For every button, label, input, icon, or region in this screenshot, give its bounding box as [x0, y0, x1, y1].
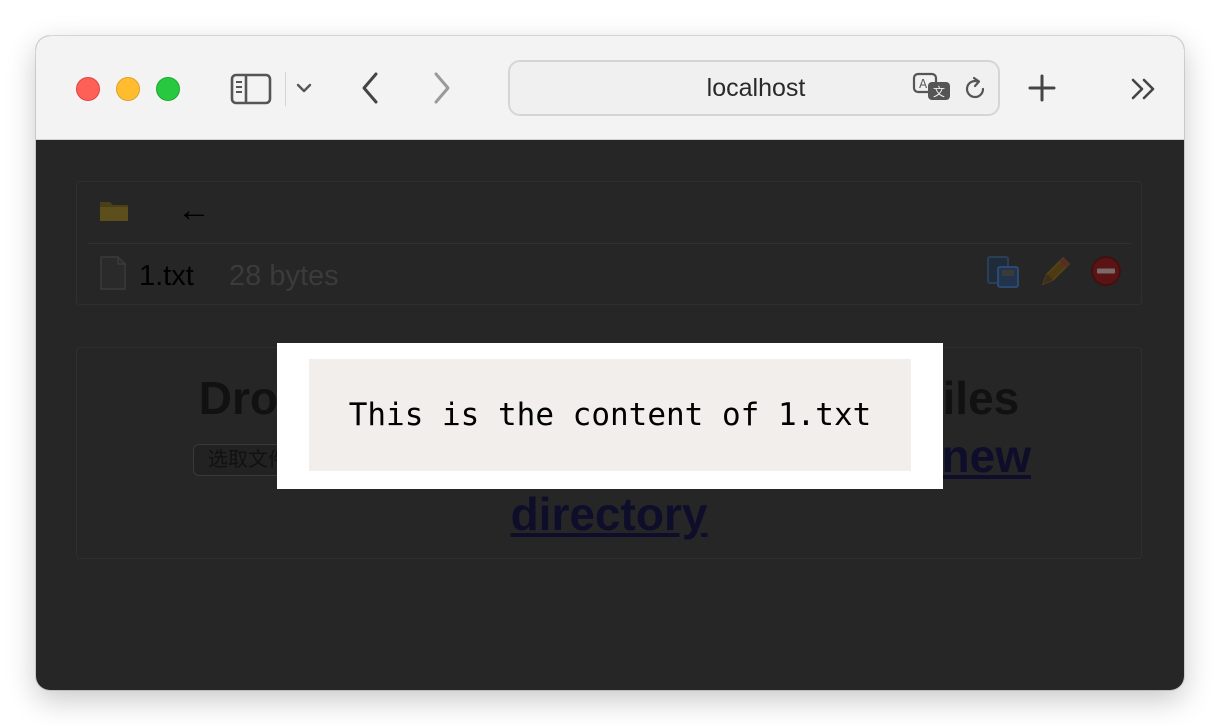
file-preview-modal[interactable]: This is the content of 1.txt [277, 343, 943, 489]
back-icon[interactable] [358, 70, 382, 106]
page-content: ← 1.txt 28 bytes Drop files 选取文件 new dir… [36, 141, 1184, 690]
more-icon[interactable] [1128, 76, 1160, 102]
file-content-preview: This is the content of 1.txt [309, 359, 911, 471]
browser-window: localhost A 文 ← 1.txt 28 bytes Drop file… [36, 36, 1184, 690]
reload-icon[interactable] [962, 76, 988, 102]
delete-icon[interactable] [1089, 254, 1123, 288]
svg-text:文: 文 [933, 84, 945, 99]
file-row: 1.txt 28 bytes [77, 244, 1141, 304]
new-directory-link-continued[interactable]: directory [77, 486, 1141, 542]
parent-directory-link[interactable]: ← [177, 190, 211, 230]
browser-toolbar: localhost A 文 [36, 36, 1184, 140]
parent-directory-row[interactable]: ← [77, 182, 1141, 242]
address-bar[interactable]: localhost A 文 [508, 60, 1000, 116]
chevron-down-icon[interactable] [295, 78, 313, 98]
sidebar-icon[interactable] [230, 72, 272, 106]
toolbar-divider [285, 72, 286, 106]
zoom-window-button[interactable] [156, 77, 180, 101]
file-size: 28 bytes [229, 260, 339, 292]
edit-pencil-icon[interactable] [1037, 254, 1073, 290]
close-window-button[interactable] [76, 77, 100, 101]
file-icon [100, 256, 126, 290]
forward-icon[interactable] [430, 70, 454, 106]
folder-icon [100, 202, 128, 221]
minimize-window-button[interactable] [116, 77, 140, 101]
translate-icon[interactable]: A 文 [912, 72, 952, 104]
save-as-icon[interactable] [985, 254, 1021, 290]
plus-icon[interactable] [1026, 72, 1058, 104]
file-name-link[interactable]: 1.txt [139, 258, 194, 294]
file-list: ← 1.txt 28 bytes [76, 181, 1142, 305]
svg-text:A: A [919, 77, 928, 91]
